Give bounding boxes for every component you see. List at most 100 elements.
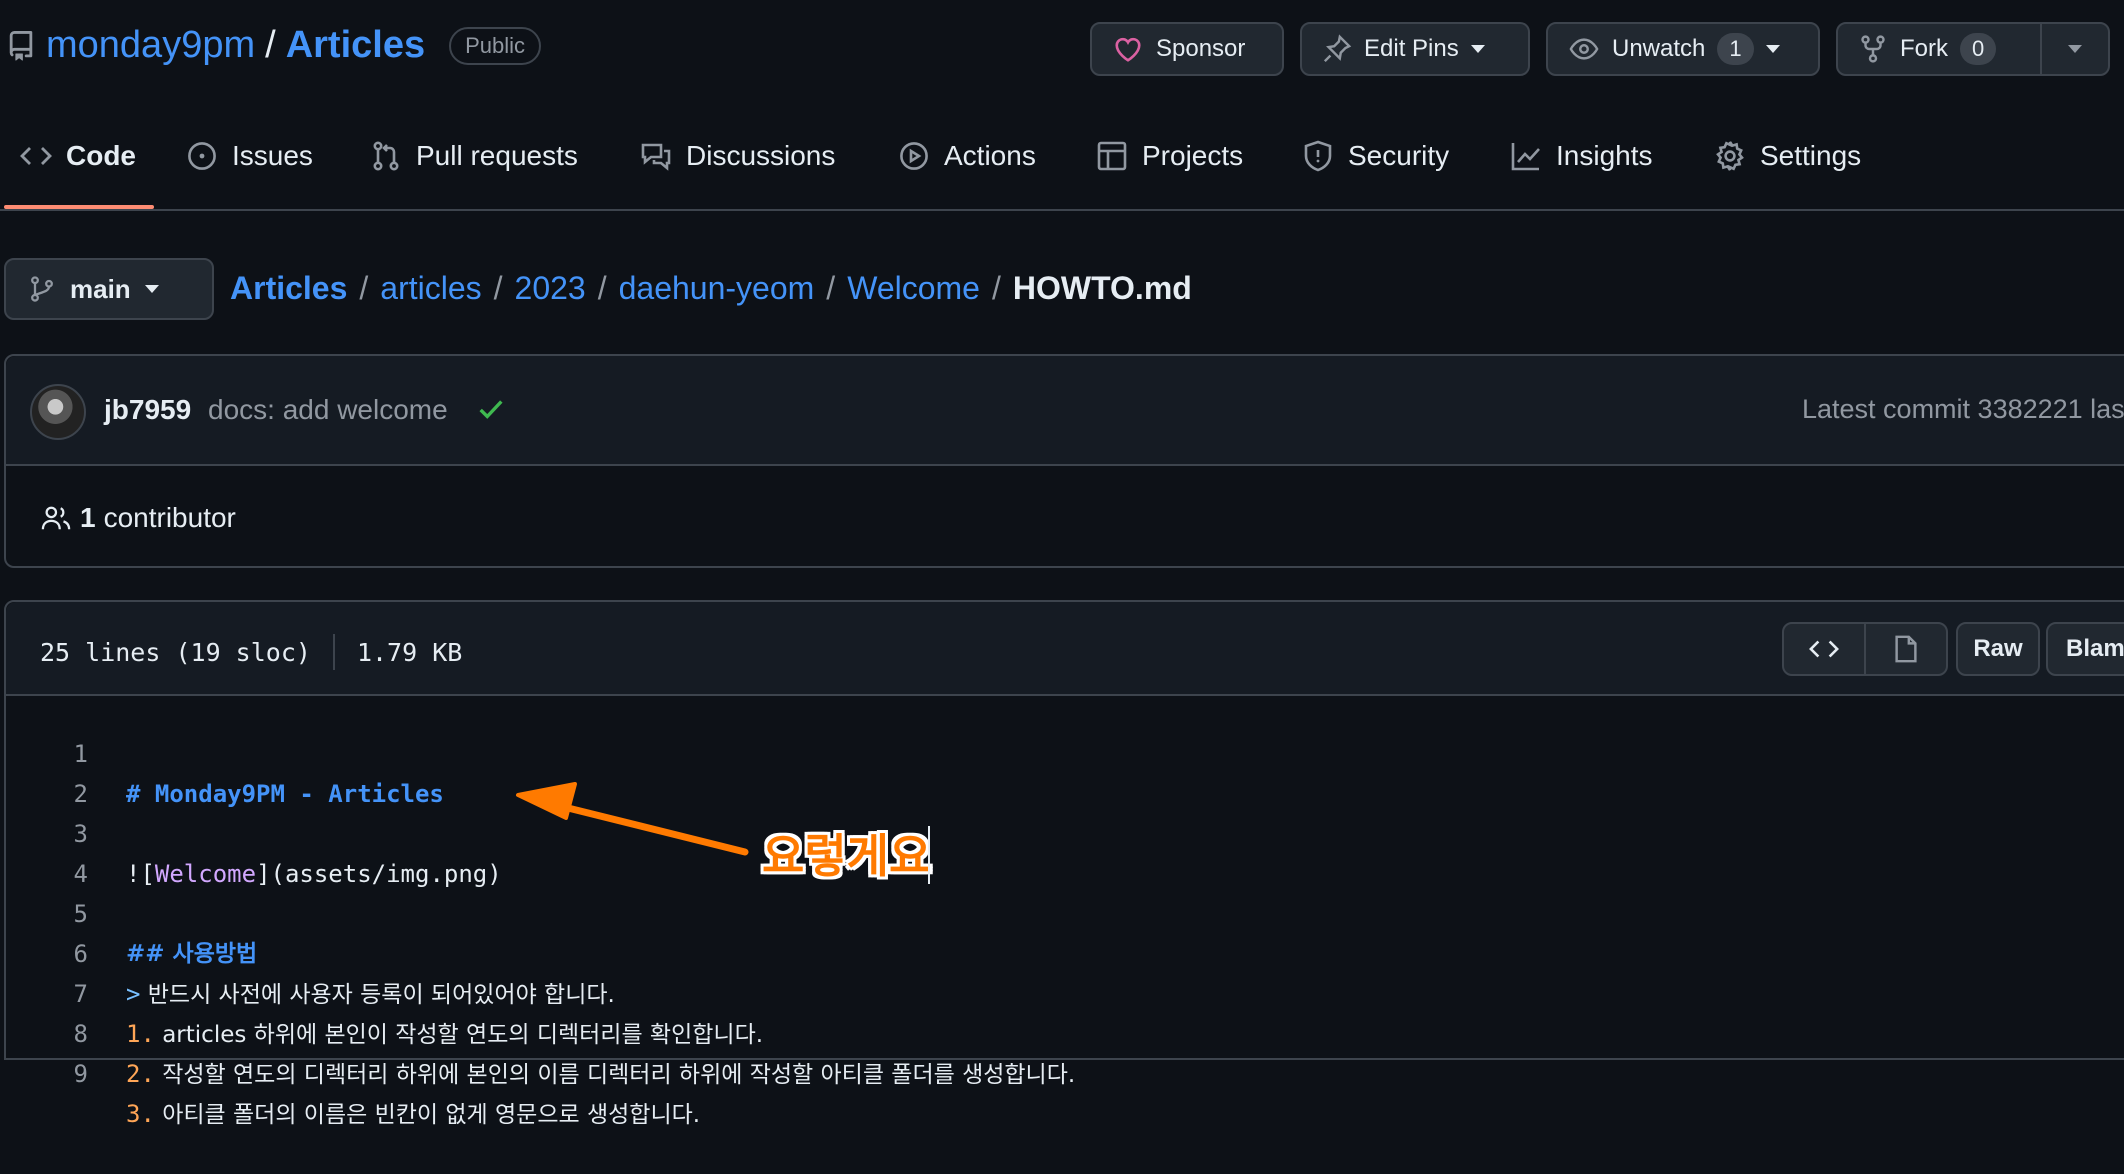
tab-security-label: Security xyxy=(1348,140,1450,171)
code-line: 9 3. 아티클 폴더의 이름은 빈칸이 없게 영문으로 생성합니다. xyxy=(6,1014,2124,1128)
repo-name-link[interactable]: Articles xyxy=(286,24,425,67)
play-icon xyxy=(900,142,928,170)
repo-header: monday9pm / Articles Public Sponsor Edit… xyxy=(0,0,2124,105)
branch-selector[interactable]: main xyxy=(4,258,214,320)
file-viewer: 25 lines (19 sloc) 1.79 KB Raw Blame 1 #… xyxy=(4,600,2124,1128)
divider xyxy=(332,634,335,670)
active-tab-indicator xyxy=(4,205,154,209)
latest-commit-row: jb7959 docs: add welcome Latest commit 3… xyxy=(6,356,2124,466)
tab-actions-label: Actions xyxy=(944,140,1036,171)
fork-button[interactable]: Fork 0 xyxy=(1836,22,2042,76)
edit-pins-label: Edit Pins xyxy=(1364,35,1459,62)
code-line: 2 xyxy=(6,734,2124,808)
annotation-text: 요렇게요 xyxy=(762,829,932,883)
text-cursor xyxy=(928,826,930,884)
breadcrumb-separator: / xyxy=(597,270,607,306)
tab-insights[interactable]: Insights xyxy=(1510,140,1653,172)
code-line: 4 xyxy=(6,814,2124,888)
breadcrumb-separator: / xyxy=(493,270,503,306)
blame-button[interactable]: Blame xyxy=(2046,622,2124,676)
contributor-label: contributor xyxy=(103,502,236,533)
code-icon xyxy=(20,147,52,165)
chevron-down-icon xyxy=(1765,45,1780,53)
commit-message-link[interactable]: docs: add welcome xyxy=(208,394,448,426)
tab-discussions[interactable]: Discussions xyxy=(640,140,835,172)
unwatch-label: Unwatch xyxy=(1612,35,1706,62)
tab-pull-requests-label: Pull requests xyxy=(416,140,578,171)
contributors-row[interactable]: 1 contributor xyxy=(40,502,236,534)
breadcrumb-separator: / xyxy=(359,270,369,306)
breadcrumb: Articles / articles / 2023 / daehun-yeom… xyxy=(230,270,1192,307)
watch-count: 1 xyxy=(1717,33,1754,65)
tab-discussions-label: Discussions xyxy=(686,140,836,171)
tab-code-label: Code xyxy=(66,140,136,171)
tab-settings-label: Settings xyxy=(1760,140,1862,171)
raw-button[interactable]: Raw xyxy=(1956,622,2040,676)
code-line: 3 ![Welcome](assets/img.png) xyxy=(6,774,2124,888)
latest-commit-info[interactable]: Latest commit 3382221 las xyxy=(1802,394,2124,425)
contributor-count: 1 xyxy=(80,502,96,533)
tab-issues[interactable]: Issues xyxy=(186,140,313,172)
list-number: 2. xyxy=(126,1060,155,1088)
shield-icon xyxy=(1304,140,1332,172)
pull-request-icon xyxy=(373,141,399,171)
discussion-icon xyxy=(641,143,671,171)
breadcrumb-separator: / xyxy=(826,270,836,306)
eye-icon xyxy=(1569,38,1599,60)
list-number: 3. xyxy=(126,1100,155,1128)
avatar[interactable] xyxy=(30,384,86,440)
graph-icon xyxy=(1511,143,1540,171)
code-line: 6 > 반드시 사전에 사용자 등록이 되어있어야 합니다. xyxy=(6,894,2124,1008)
fork-count: 0 xyxy=(1960,33,1997,65)
breadcrumb-author[interactable]: daehun-yeom xyxy=(619,270,815,307)
unwatch-button[interactable]: Unwatch 1 xyxy=(1546,22,1820,76)
breadcrumb-repo[interactable]: Articles xyxy=(230,270,347,307)
file-meta: 25 lines (19 sloc) 1.79 KB xyxy=(40,634,462,670)
check-icon[interactable] xyxy=(476,394,506,424)
tab-security[interactable]: Security xyxy=(1302,140,1449,172)
tab-projects-label: Projects xyxy=(1142,140,1244,171)
file-size: 1.79 KB xyxy=(356,637,463,667)
breadcrumb-year[interactable]: 2023 xyxy=(515,270,586,307)
line-content: 2. 작성할 연도의 디렉터리 하위에 본인의 이름 디렉터리 하위에 작성할 … xyxy=(126,1054,1075,1095)
commit-box: jb7959 docs: add welcome Latest commit 3… xyxy=(4,354,2124,568)
breadcrumb-articles[interactable]: articles xyxy=(380,270,481,307)
fork-label: Fork xyxy=(1900,35,1948,62)
preview-view-button[interactable] xyxy=(1864,622,1948,676)
file-lines-info: 25 lines (19 sloc) xyxy=(40,637,311,667)
repo-separator: / xyxy=(265,24,276,66)
line-number[interactable]: 9 xyxy=(6,1054,88,1094)
tab-insights-label: Insights xyxy=(1556,140,1653,171)
code-view-button[interactable] xyxy=(1782,622,1866,676)
breadcrumb-welcome[interactable]: Welcome xyxy=(847,270,980,307)
breadcrumb-separator: / xyxy=(991,270,1001,306)
repo-owner-link[interactable]: monday9pm xyxy=(46,24,255,67)
chevron-down-icon xyxy=(144,285,159,293)
branch-icon xyxy=(31,276,53,302)
tab-actions[interactable]: Actions xyxy=(898,140,1036,172)
repo-nav: Code Issues Pull requests Discussions Ac… xyxy=(0,105,2124,211)
code-icon xyxy=(1809,640,1839,658)
fork-dropdown-button[interactable] xyxy=(2040,22,2110,76)
file-header: 25 lines (19 sloc) 1.79 KB Raw Blame xyxy=(6,602,2124,696)
chevron-down-icon xyxy=(2068,45,2082,53)
sponsor-button[interactable]: Sponsor xyxy=(1090,22,1284,76)
file-icon xyxy=(1895,635,1917,663)
issue-icon xyxy=(188,142,216,170)
commit-author-link[interactable]: jb7959 xyxy=(104,394,191,426)
table-icon xyxy=(1097,141,1127,171)
visibility-badge: Public xyxy=(449,26,542,65)
tab-code[interactable]: Code xyxy=(20,140,136,172)
code-line: 5 ## 사용방법 xyxy=(6,854,2124,967)
gear-icon xyxy=(1716,141,1744,171)
tab-settings[interactable]: Settings xyxy=(1714,140,1861,172)
tab-projects[interactable]: Projects xyxy=(1096,140,1243,172)
edit-pins-button[interactable]: Edit Pins xyxy=(1300,22,1530,76)
heart-icon xyxy=(1115,37,1141,62)
line-content: 3. 아티클 폴더의 이름은 빈칸이 없게 영문으로 생성합니다. xyxy=(126,1094,700,1135)
people-icon xyxy=(41,506,71,530)
branch-name: main xyxy=(70,273,131,304)
tab-pull-requests[interactable]: Pull requests xyxy=(370,140,578,172)
repo-icon xyxy=(9,30,33,61)
tab-issues-label: Issues xyxy=(232,140,313,171)
